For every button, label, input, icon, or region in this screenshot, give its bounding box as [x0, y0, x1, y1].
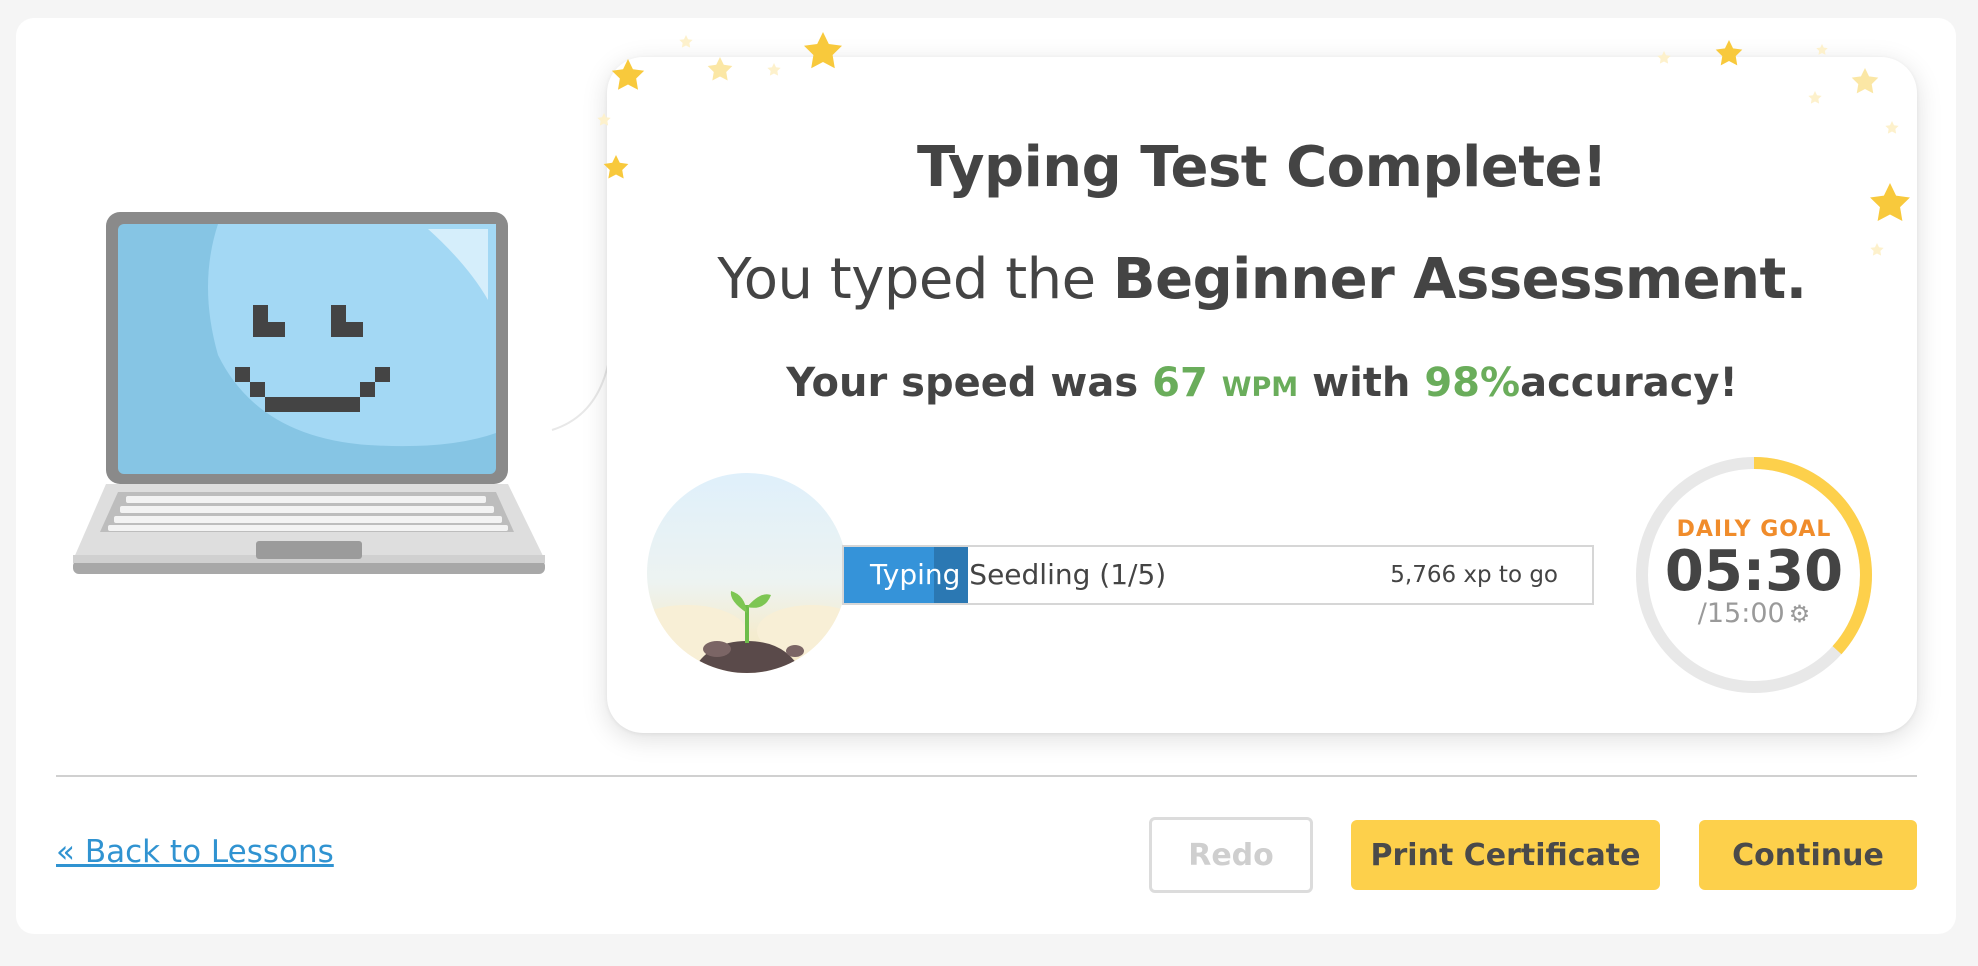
accuracy-prefix: with	[1312, 360, 1411, 406]
redo-button[interactable]: Redo	[1149, 817, 1313, 893]
accuracy-suffix: accuracy!	[1520, 360, 1738, 406]
speed-unit: WPM	[1221, 372, 1299, 403]
accuracy-value: 98%	[1424, 360, 1521, 406]
continue-button[interactable]: Continue	[1699, 820, 1917, 890]
result-stats: Your speed was 67 WPM with 98%accuracy!	[607, 360, 1917, 406]
daily-goal-time: 05:30	[1664, 539, 1844, 604]
laptop-mascot-icon	[73, 212, 545, 574]
level-label: Typing Seedling (1/5)	[870, 558, 1166, 591]
level-track-name: Typing	[870, 558, 961, 591]
test-name: Beginner Assessment.	[1112, 247, 1807, 312]
daily-goal-total: /15:00 ⚙	[1632, 598, 1876, 629]
subtitle-prefix: You typed the	[717, 247, 1096, 312]
back-to-lessons-link[interactable]: « Back to Lessons	[56, 834, 334, 870]
print-certificate-button[interactable]: Print Certificate	[1351, 820, 1660, 890]
result-subtitle: You typed the Beginner Assessment.	[607, 247, 1917, 312]
result-card: Typing Test Complete! You typed the Begi…	[607, 57, 1917, 733]
level-name: Seedling (1/5)	[969, 558, 1167, 591]
xp-to-go: 5,766 xp to go	[1390, 562, 1558, 588]
level-progress-bar: Typing Seedling (1/5) 5,766 xp to go	[842, 545, 1594, 605]
gear-icon[interactable]: ⚙	[1789, 600, 1811, 628]
daily-goal-total-text: /15:00	[1697, 598, 1785, 629]
footer-divider	[56, 775, 1917, 777]
speed-prefix: Your speed was	[786, 360, 1139, 406]
speed-value: 67	[1152, 360, 1208, 406]
seedling-icon	[647, 473, 847, 673]
result-title: Typing Test Complete!	[916, 135, 1608, 200]
